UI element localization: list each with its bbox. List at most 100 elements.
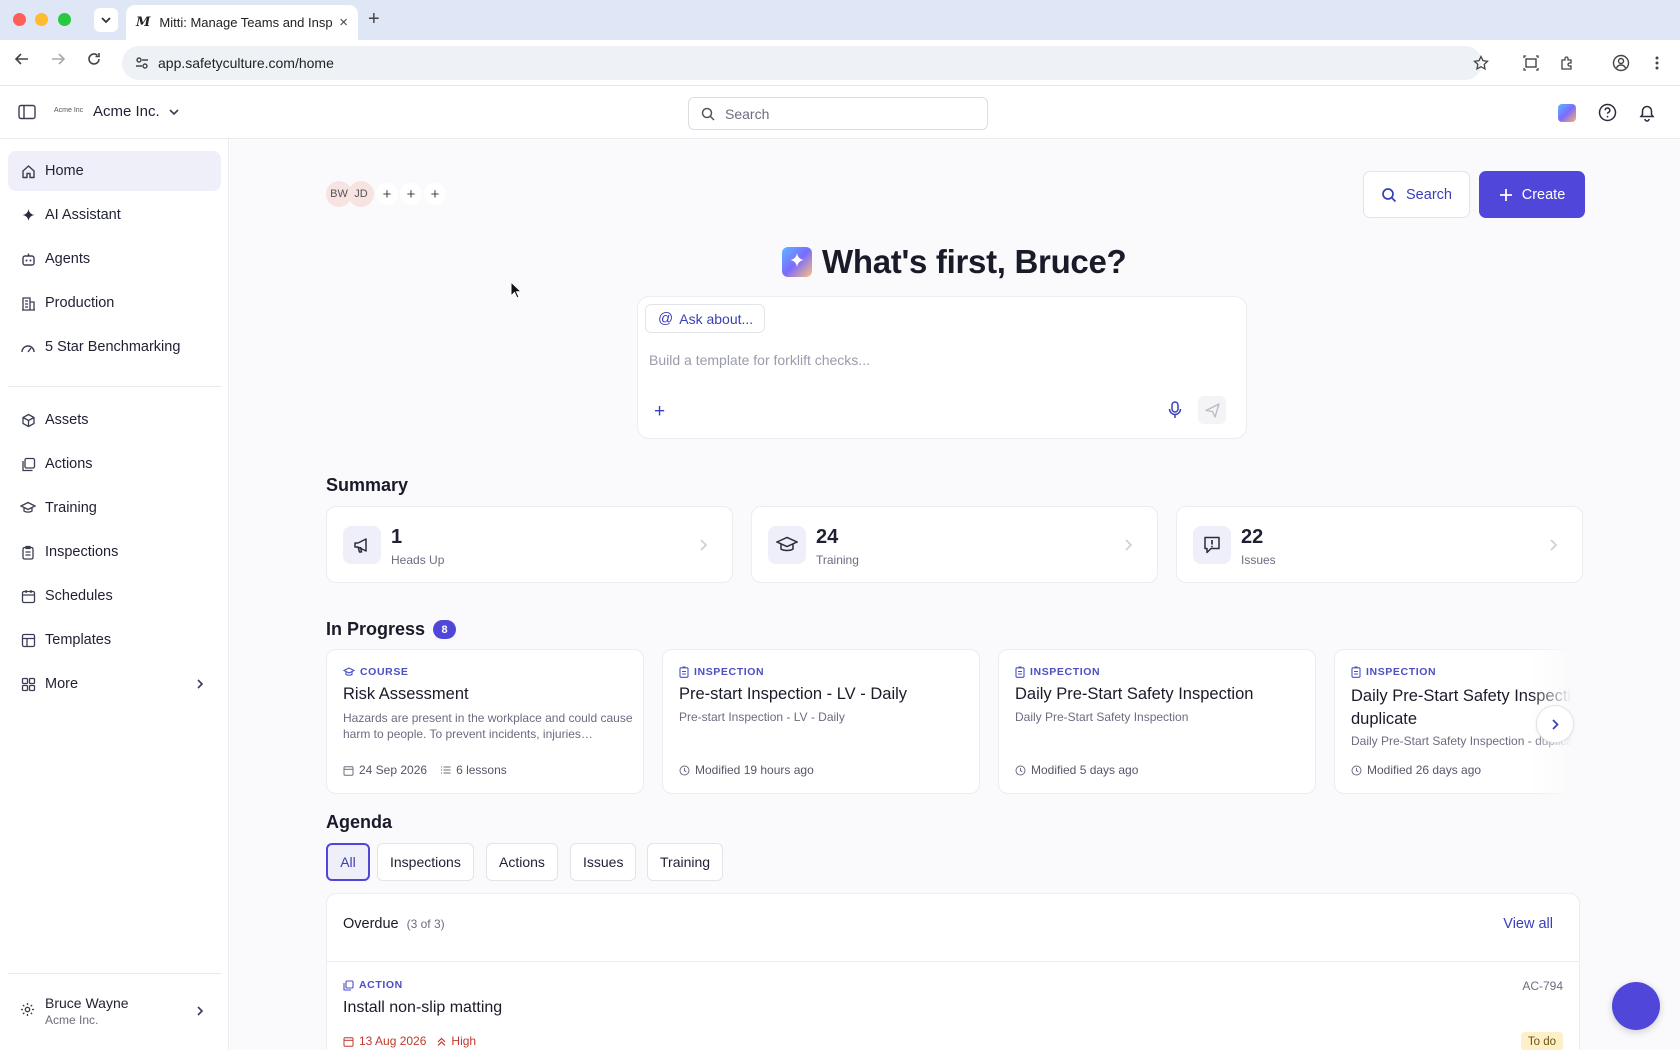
sidebar-footer-divider	[8, 973, 221, 974]
help-icon[interactable]	[1598, 103, 1617, 125]
ai-sparkle-icon	[782, 247, 812, 277]
calendar-icon	[343, 765, 354, 776]
agenda-item-id: AC-794	[1522, 979, 1563, 993]
browser-toolbar: app.safetyculture.com/home	[0, 40, 1680, 86]
main-content: BW JD + + + Search Create What's first, …	[230, 139, 1680, 1050]
status-badge: To do	[1520, 1032, 1563, 1050]
browser-titlebar: M Mitti: Manage Teams and Inspections × …	[0, 0, 1680, 40]
card-date: 24 Sep 2026	[359, 763, 428, 777]
sidebar-item-templates[interactable]: Templates	[8, 620, 221, 660]
sidebar-item-training[interactable]: Training	[8, 488, 221, 528]
sidebar-item-label: Templates	[45, 632, 112, 648]
minimize-window-button[interactable]	[35, 13, 48, 26]
robot-icon	[20, 251, 36, 267]
card-meta: Modified 26 days ago	[1351, 763, 1481, 777]
agenda-filter-all[interactable]: All	[326, 843, 370, 881]
browser-tab[interactable]: M Mitti: Manage Teams and Inspections ×	[126, 5, 358, 40]
back-button[interactable]	[14, 51, 30, 72]
send-button[interactable]	[1198, 396, 1226, 424]
sidebar-item-5-star-benchmarking[interactable]: 5 Star Benchmarking	[8, 327, 221, 367]
add-collaborator-icon[interactable]: +	[424, 183, 446, 205]
ask-about-button[interactable]: @ Ask about...	[645, 304, 766, 333]
maximize-window-button[interactable]	[58, 13, 71, 26]
card-type-label: INSPECTION	[694, 666, 765, 678]
actions-icon	[343, 979, 354, 991]
clipboard-icon	[1015, 666, 1025, 678]
sidebar-item-actions[interactable]: Actions	[8, 444, 221, 484]
user-menu[interactable]: Bruce Wayne Acme Inc.	[8, 987, 221, 1035]
agenda-item[interactable]: ACTION Install non-slip matting AC-794 1…	[327, 962, 1579, 1050]
chat-launcher-button[interactable]	[1612, 982, 1660, 1030]
chevron-down-icon	[101, 17, 111, 24]
sidebar-item-agents[interactable]: Agents	[8, 239, 221, 279]
sidebar-item-more[interactable]: More	[8, 664, 221, 704]
prompt-input[interactable]: Build a template for forklift checks...	[649, 352, 870, 368]
mouse-cursor-icon	[510, 281, 522, 299]
close-tab-icon[interactable]: ×	[339, 14, 348, 31]
org-switcher[interactable]: Acme Inc.	[93, 103, 180, 120]
agenda-item-type-label: ACTION	[359, 979, 403, 991]
summary-card-heads-up[interactable]: 1 Heads Up	[326, 506, 733, 583]
summary-label: Training	[816, 553, 859, 567]
microphone-icon[interactable]	[1168, 401, 1182, 422]
screen-capture-icon[interactable]	[1520, 52, 1542, 74]
add-collaborator-icon[interactable]: +	[376, 183, 398, 205]
priority-high-icon	[437, 1037, 446, 1046]
card-title: Risk Assessment	[343, 685, 469, 703]
building-icon	[20, 295, 36, 311]
bookmark-star-icon[interactable]	[1470, 52, 1492, 74]
sidebar-item-home[interactable]: Home	[8, 151, 221, 191]
card-title: Pre-start Inspection - LV - Daily	[679, 685, 908, 703]
profile-icon[interactable]	[1610, 52, 1632, 74]
sidebar-item-ai-assistant[interactable]: AI Assistant	[8, 195, 221, 235]
forward-button[interactable]	[50, 51, 66, 72]
add-collaborator-icon[interactable]: +	[400, 183, 422, 205]
browser-menu-icon[interactable]	[1646, 52, 1668, 74]
reload-button[interactable]	[86, 51, 102, 72]
tab-search-button[interactable]	[94, 8, 118, 32]
org-logo: Acme Inc	[54, 107, 84, 114]
attach-plus-icon[interactable]: +	[654, 401, 665, 423]
close-window-button[interactable]	[13, 13, 26, 26]
org-name: Acme Inc.	[93, 103, 160, 120]
prompt-box: @ Ask about... Build a template for fork…	[637, 296, 1247, 439]
in-progress-card-inspection[interactable]: INSPECTION Daily Pre-Start Safety Inspec…	[998, 649, 1316, 794]
agenda-filter-inspections[interactable]: Inspections	[377, 843, 474, 881]
graduation-cap-icon	[343, 666, 355, 676]
search-button[interactable]: Search	[1363, 171, 1470, 218]
sidebar-toggle-icon[interactable]	[18, 104, 36, 123]
avatar[interactable]: JD	[348, 181, 374, 207]
card-meta: Modified 5 days ago	[1015, 763, 1138, 777]
new-tab-button[interactable]: +	[368, 8, 380, 31]
sidebar-item-inspections[interactable]: Inspections	[8, 532, 221, 572]
global-search-input[interactable]: Search	[688, 97, 988, 130]
sidebar-item-schedules[interactable]: Schedules	[8, 576, 221, 616]
ai-sparkle-icon[interactable]	[1558, 104, 1576, 122]
in-progress-card-course[interactable]: COURSE Risk Assessment Hazards are prese…	[326, 649, 644, 794]
chevron-right-icon	[1552, 718, 1559, 730]
sidebar-item-label: Home	[45, 163, 84, 179]
agenda-filter-actions[interactable]: Actions	[486, 843, 558, 881]
site-settings-icon[interactable]	[134, 55, 150, 71]
create-button-label: Create	[1521, 186, 1566, 203]
agenda-filter-training[interactable]: Training	[647, 843, 724, 881]
address-bar[interactable]: app.safetyculture.com/home	[122, 46, 1482, 80]
list-icon	[441, 766, 451, 774]
sidebar-item-assets[interactable]: Assets	[8, 400, 221, 440]
card-description: Pre-start Inspection - LV - Daily	[679, 710, 845, 724]
graduation-cap-icon	[20, 500, 36, 516]
carousel-next-button[interactable]	[1536, 705, 1574, 743]
card-lessons: 6 lessons	[456, 763, 507, 777]
in-progress-card-inspection[interactable]: INSPECTION Pre-start Inspection - LV - D…	[662, 649, 980, 794]
create-button[interactable]: Create	[1479, 171, 1585, 218]
extensions-icon[interactable]	[1556, 52, 1578, 74]
summary-card-training[interactable]: 24 Training	[751, 506, 1158, 583]
card-meta: 24 Sep 2026 6 lessons	[343, 763, 507, 777]
view-all-link[interactable]: View all	[1503, 916, 1553, 932]
card-title: Daily Pre-Start Safety Inspection	[1015, 685, 1254, 703]
summary-card-issues[interactable]: 22 Issues	[1176, 506, 1583, 583]
notifications-bell-icon[interactable]	[1638, 103, 1656, 125]
sidebar-item-production[interactable]: Production	[8, 283, 221, 323]
agenda-filter-issues[interactable]: Issues	[570, 843, 637, 881]
chevron-right-icon	[197, 1006, 204, 1016]
